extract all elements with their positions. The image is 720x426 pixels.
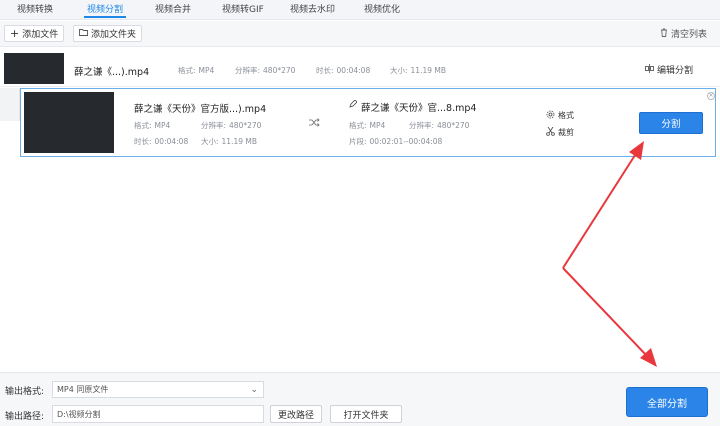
red-arrow-to-split: [562, 141, 644, 269]
shuffle-icon: [309, 118, 320, 130]
add-file-label: 添加文件: [22, 30, 59, 40]
output-format-value: MP4 同原文件: [57, 385, 109, 394]
duration-info: 时长: 00:04:08: [316, 66, 371, 75]
tab-video-to-gif[interactable]: 视频转GIF: [222, 2, 264, 15]
row-gutter: [0, 88, 20, 121]
format-info: 格式: MP4: [178, 66, 215, 75]
add-folder-label: 添加文件夹: [91, 30, 137, 40]
output-settings-panel: 输出格式: MP4 同原文件 ⌄ 输出路径: D:\视频分割 更改路径 打开文件…: [0, 372, 720, 426]
file-row[interactable]: 薛之谦《...).mp4 格式: MP4 分辨率: 480*270 时长: 00:04…: [0, 50, 720, 87]
format-settings-label: 格式: [558, 111, 574, 120]
clear-list-label: 清空列表: [671, 30, 708, 40]
output-resolution-info: 分辨率: 480*270: [409, 121, 470, 130]
remove-item-icon[interactable]: ×: [707, 92, 715, 100]
toolbar: + 添加文件 添加文件夹 清空列表: [0, 21, 720, 47]
output-path-value: D:\视频分割: [57, 409, 101, 419]
red-arrow-to-split-all: [562, 267, 657, 367]
duration-info: 时长: 00:04:08: [134, 137, 189, 146]
open-folder-button[interactable]: 打开文件夹: [330, 405, 402, 423]
video-thumbnail: [4, 53, 64, 84]
active-tab-indicator: [84, 16, 126, 18]
format-info: 格式: MP4: [134, 121, 171, 130]
rename-pencil-icon[interactable]: [349, 99, 358, 111]
top-tab-bar: 视频转换 视频分割 视频合并 视频转GIF 视频去水印 视频优化: [0, 0, 720, 20]
tab-remove-watermark[interactable]: 视频去水印: [290, 2, 335, 15]
output-format-label: 输出格式:: [5, 387, 45, 397]
add-file-button[interactable]: + 添加文件: [4, 25, 65, 42]
size-info: 大小: 11.19 MB: [201, 137, 258, 146]
edit-split-label: 编辑分割: [657, 66, 694, 76]
split-button[interactable]: 分割: [639, 112, 703, 134]
chevron-down-icon: ⌄: [250, 385, 258, 395]
split-segment-row[interactable]: 薛之谦《天份》官方版...).mp4 格式: MP4 分辨率: 480*270 时长…: [20, 88, 716, 157]
change-path-button[interactable]: 更改路径: [270, 405, 322, 423]
split-all-button[interactable]: 全部分割: [626, 387, 708, 417]
scissors-icon: [546, 126, 555, 138]
source-file-name: 薛之谦《天份》官方版...).mp4: [134, 104, 267, 115]
file-name: 薛之谦《...).mp4: [74, 67, 150, 78]
add-folder-button[interactable]: 添加文件夹: [73, 25, 143, 42]
tab-video-split[interactable]: 视频分割: [87, 2, 123, 15]
output-file-name: 薛之谦《天份》官...8.mp4: [361, 103, 477, 114]
format-settings-button[interactable]: 格式: [546, 110, 574, 121]
gear-icon: [546, 110, 555, 121]
size-info: 大小: 11.19 MB: [390, 66, 447, 75]
clear-list-button[interactable]: 清空列表: [655, 25, 712, 42]
tab-video-merge[interactable]: 视频合并: [155, 2, 191, 15]
segment-range-info: 片段: 00:02:01--00:04:08: [349, 137, 443, 146]
tab-video-optimize[interactable]: 视频优化: [364, 2, 400, 15]
video-thumbnail: [24, 92, 114, 153]
edit-split-button[interactable]: 编辑分割: [645, 63, 693, 76]
output-path-input[interactable]: D:\视频分割: [52, 405, 264, 423]
output-path-label: 输出路径:: [5, 412, 45, 422]
output-format-select[interactable]: MP4 同原文件 ⌄: [52, 381, 264, 398]
crop-button[interactable]: 裁剪: [546, 126, 574, 138]
crop-label: 裁剪: [558, 128, 574, 137]
resolution-info: 分辨率: 480*270: [201, 121, 262, 130]
edit-split-icon: [645, 63, 654, 76]
trash-icon: [660, 28, 668, 40]
resolution-info: 分辨率: 480*270: [235, 66, 296, 75]
tab-video-convert[interactable]: 视频转换: [17, 2, 53, 15]
folder-icon: [79, 28, 88, 39]
plus-icon: +: [10, 27, 20, 40]
output-format-info: 格式: MP4: [349, 121, 386, 130]
